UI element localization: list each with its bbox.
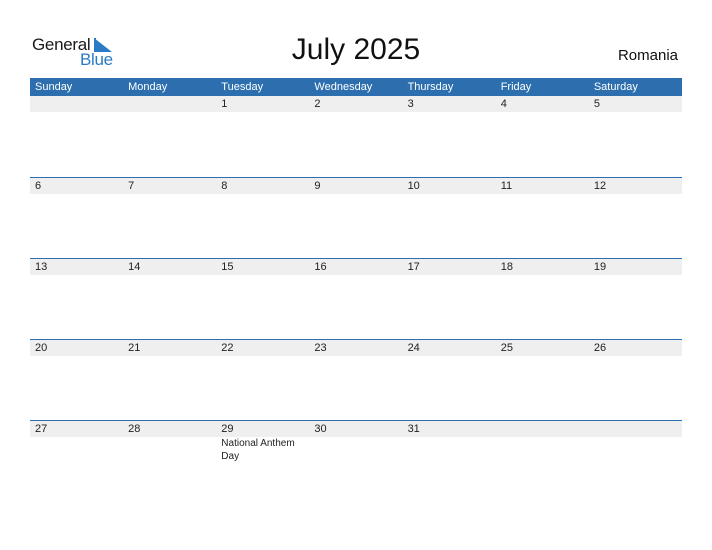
day-cell: 20 — [30, 340, 123, 356]
day-number: 20 — [35, 342, 48, 354]
day-number: 13 — [35, 261, 48, 273]
day-number: 18 — [500, 261, 513, 273]
day-cell: 19 — [589, 259, 682, 275]
day-cell: 11 — [496, 178, 589, 194]
day-cell: 21 — [123, 340, 216, 356]
weekday-sunday: Sunday — [35, 81, 73, 93]
day-cell: 9 — [309, 178, 402, 194]
day-number: 29 — [221, 423, 234, 435]
date-strip: 27 28 29 National Anthem Day 30 31 — [30, 421, 682, 462]
empty-day-cell — [496, 421, 589, 437]
date-strip: 1 2 3 4 5 — [30, 96, 682, 112]
day-number: 4 — [500, 98, 507, 110]
calendar-grid: Sunday Monday Tuesday Wednesday Thursday… — [30, 78, 682, 501]
day-cell: 28 — [123, 421, 216, 437]
holiday-label: National Anthem Day — [221, 438, 295, 462]
day-cell: 22 — [216, 340, 309, 356]
day-cell: 15 — [216, 259, 309, 275]
day-number: 30 — [314, 423, 327, 435]
day-cell: 30 — [309, 421, 402, 437]
day-cell: 27 — [30, 421, 123, 437]
day-number: 31 — [407, 423, 420, 435]
day-cell: 8 — [216, 178, 309, 194]
day-number: 11 — [500, 180, 513, 192]
day-number: 14 — [128, 261, 141, 273]
day-number: 12 — [593, 180, 607, 192]
day-cell: 24 — [403, 340, 496, 356]
weekday-tuesday: Tuesday — [221, 81, 264, 93]
week-row: 1 2 3 4 5 — [30, 96, 682, 177]
weeks-container: 1 2 3 4 5 6 7 8 9 10 11 12 13 14 15 16 17 18 19 20 21 22 23 24 2… — [30, 96, 682, 501]
day-cell: 31 — [403, 421, 496, 437]
day-cell: 18 — [496, 259, 589, 275]
week-row: 6 7 8 9 10 11 12 — [30, 177, 682, 258]
day-number: 27 — [35, 423, 48, 435]
day-cell: 12 — [589, 178, 682, 194]
week-row: 13 14 15 16 17 18 19 — [30, 258, 682, 339]
country-label: Romania — [617, 47, 678, 64]
day-number: 8 — [221, 180, 228, 192]
weekday-saturday: Saturday — [593, 81, 638, 93]
calendar-title: July 2025 — [291, 33, 421, 66]
weekday-header: Sunday Monday Tuesday Wednesday Thursday… — [30, 78, 682, 96]
day-number: 7 — [128, 180, 135, 192]
day-number: 23 — [314, 342, 327, 354]
day-number: 21 — [128, 342, 141, 354]
day-cell: 13 — [30, 259, 123, 275]
day-cell: 17 — [403, 259, 496, 275]
day-cell: 10 — [403, 178, 496, 194]
day-cell: 25 — [496, 340, 589, 356]
week-row: 20 21 22 23 24 25 26 — [30, 339, 682, 420]
day-number: 22 — [221, 342, 234, 354]
date-strip: 20 21 22 23 24 25 26 — [30, 340, 682, 356]
day-cell: 1 — [216, 96, 309, 112]
weekday-friday: Friday — [500, 81, 532, 93]
day-number: 9 — [314, 180, 321, 192]
day-number: 15 — [221, 261, 234, 273]
weekday-monday: Monday — [128, 81, 168, 93]
day-cell: 2 — [309, 96, 402, 112]
empty-day-cell — [123, 96, 216, 112]
day-number: 2 — [314, 98, 321, 110]
day-number: 24 — [407, 342, 420, 354]
day-cell: 23 — [309, 340, 402, 356]
day-number: 17 — [407, 261, 420, 273]
empty-day-cell — [30, 96, 123, 112]
day-cell: 5 — [589, 96, 682, 112]
day-cell: 29 National Anthem Day — [216, 421, 309, 462]
day-cell: 14 — [123, 259, 216, 275]
date-strip: 6 7 8 9 10 11 12 — [30, 178, 682, 194]
day-number: 25 — [500, 342, 513, 354]
day-number: 16 — [314, 261, 327, 273]
week-row: 27 28 29 National Anthem Day 30 31 — [30, 420, 682, 501]
day-number: 5 — [593, 98, 600, 110]
date-strip: 13 14 15 16 17 18 19 — [30, 259, 682, 275]
empty-day-cell — [589, 421, 682, 437]
day-number: 6 — [35, 180, 42, 192]
day-number: 19 — [593, 261, 607, 273]
weekday-thursday: Thursday — [407, 81, 454, 93]
day-cell: 6 — [30, 178, 123, 194]
day-number: 28 — [128, 423, 141, 435]
day-cell: 4 — [496, 96, 589, 112]
weekday-wednesday: Wednesday — [314, 81, 373, 93]
day-cell: 7 — [123, 178, 216, 194]
day-number: 1 — [221, 98, 228, 110]
day-number: 3 — [407, 98, 414, 110]
day-number: 10 — [407, 180, 420, 192]
day-number: 26 — [593, 342, 607, 354]
day-cell: 16 — [309, 259, 402, 275]
day-cell: 3 — [403, 96, 496, 112]
day-cell: 26 — [589, 340, 682, 356]
